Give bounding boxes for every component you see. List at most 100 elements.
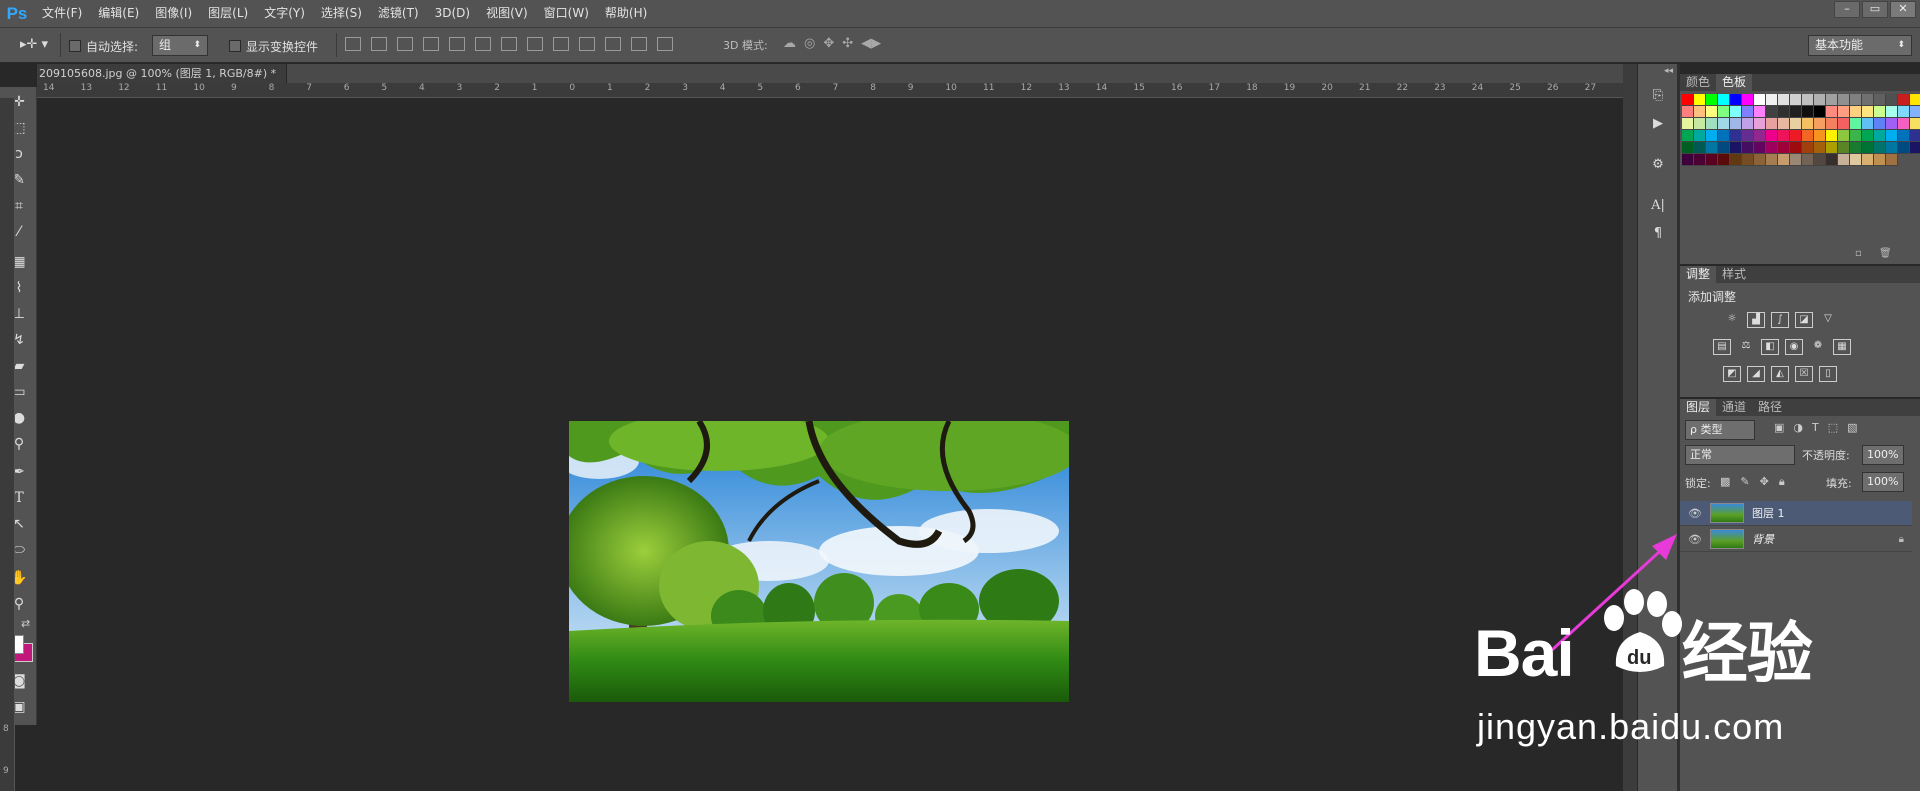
color-swatch[interactable] — [1718, 130, 1730, 142]
color-swatch[interactable] — [1742, 154, 1754, 166]
color-swatch[interactable] — [1694, 154, 1706, 166]
color-swatch[interactable] — [1718, 94, 1730, 106]
tab-channels[interactable]: 通道 — [1716, 399, 1752, 416]
align-vcenter-icon[interactable] — [371, 37, 387, 51]
color-swatch[interactable] — [1706, 130, 1718, 142]
fill-input[interactable]: 100% — [1862, 472, 1904, 492]
layer-row[interactable]: 👁︎ 图层 1 — [1680, 501, 1912, 526]
auto-align-icon[interactable] — [657, 37, 673, 51]
color-swatch[interactable] — [1826, 118, 1838, 130]
document-tab[interactable]: 209105608.jpg @ 100% (图层 1, RGB/8#) * × — [37, 64, 287, 99]
document-image[interactable] — [569, 421, 1069, 702]
color-swatch[interactable] — [1730, 142, 1742, 154]
color-swatch[interactable] — [1718, 142, 1730, 154]
color-swatch[interactable] — [1742, 142, 1754, 154]
menu-file[interactable]: 文件(F) — [34, 0, 90, 27]
color-swatch[interactable] — [1850, 94, 1862, 106]
color-swatch[interactable] — [1706, 106, 1718, 118]
3d-scale-icon[interactable]: ◀▶ — [861, 36, 881, 51]
color-swatch[interactable] — [1874, 130, 1886, 142]
tab-swatches[interactable]: 色板 — [1716, 74, 1753, 91]
color-swatch[interactable] — [1850, 154, 1862, 166]
color-swatch[interactable] — [1838, 118, 1850, 130]
color-swatch[interactable] — [1838, 142, 1850, 154]
distribute-top-icon[interactable] — [501, 37, 517, 51]
smart-object-filter-icon[interactable]: ▧ — [1847, 421, 1857, 434]
color-swatch[interactable] — [1874, 106, 1886, 118]
curves-icon[interactable]: ∫ — [1771, 312, 1789, 328]
color-swatch[interactable] — [1694, 106, 1706, 118]
color-swatch[interactable] — [1682, 94, 1694, 106]
color-swatch[interactable] — [1886, 106, 1898, 118]
show-transform-checkbox[interactable] — [229, 40, 241, 52]
workspace-dropdown[interactable]: 基本功能 ⬍ — [1808, 35, 1912, 56]
blend-mode-dropdown[interactable]: 正常 — [1685, 445, 1795, 465]
3d-slide-icon[interactable]: ✣ — [842, 36, 853, 51]
menu-3d[interactable]: 3D(D) — [427, 0, 478, 27]
color-swatch[interactable] — [1754, 94, 1766, 106]
3d-pan-icon[interactable]: ✥ — [823, 36, 834, 51]
color-swatch[interactable] — [1790, 94, 1802, 106]
color-balance-icon[interactable]: ⚖ — [1737, 339, 1755, 355]
history-panel-icon[interactable]: ⎘ — [1648, 88, 1668, 106]
levels-icon[interactable]: ▟ — [1747, 312, 1765, 328]
color-swatch[interactable] — [1682, 130, 1694, 142]
color-swatch[interactable] — [1742, 118, 1754, 130]
align-top-icon[interactable] — [345, 37, 361, 51]
color-swatch[interactable] — [1754, 154, 1766, 166]
color-swatch[interactable] — [1742, 94, 1754, 106]
color-swatch[interactable] — [1862, 154, 1874, 166]
color-swatch[interactable] — [1766, 130, 1778, 142]
color-swatch[interactable] — [1790, 130, 1802, 142]
color-swatch[interactable] — [1802, 106, 1814, 118]
color-swatch[interactable] — [1886, 118, 1898, 130]
color-swatch[interactable] — [1802, 154, 1814, 166]
tab-paths[interactable]: 路径 — [1752, 399, 1788, 416]
layer-filter-dropdown[interactable]: ρ 类型 — [1685, 420, 1755, 440]
menu-edit[interactable]: 编辑(E) — [90, 0, 147, 27]
tab-styles[interactable]: 样式 — [1716, 266, 1752, 283]
color-swatch[interactable] — [1802, 94, 1814, 106]
color-swatch[interactable] — [1826, 142, 1838, 154]
new-swatch-icon[interactable]: ▫ — [1855, 248, 1862, 259]
color-swatch[interactable] — [1898, 106, 1910, 118]
lock-all-icon[interactable]: 🔒︎ — [1779, 475, 1785, 489]
color-swatch[interactable] — [1838, 94, 1850, 106]
menu-type[interactable]: 文字(Y) — [256, 0, 313, 27]
color-swatch[interactable] — [1778, 130, 1790, 142]
distribute-hcenter-icon[interactable] — [605, 37, 621, 51]
color-swatch[interactable] — [1730, 130, 1742, 142]
color-swatch[interactable] — [1910, 130, 1920, 142]
shape-filter-icon[interactable]: ⬚ — [1828, 421, 1838, 434]
color-swatch[interactable] — [1706, 154, 1718, 166]
color-swatch[interactable] — [1778, 94, 1790, 106]
color-swatch[interactable] — [1910, 142, 1920, 154]
color-swatch[interactable] — [1826, 154, 1838, 166]
color-swatch[interactable] — [1694, 142, 1706, 154]
color-swatch[interactable] — [1742, 130, 1754, 142]
menu-window[interactable]: 窗口(W) — [536, 0, 597, 27]
color-swatch[interactable] — [1874, 94, 1886, 106]
auto-select-dropdown[interactable]: 组 ⬍ — [152, 35, 208, 56]
color-swatch[interactable] — [1814, 154, 1826, 166]
pixel-filter-icon[interactable]: ▣ — [1774, 421, 1784, 434]
distribute-right-icon[interactable] — [631, 37, 647, 51]
color-swatch[interactable] — [1874, 118, 1886, 130]
exposure-icon[interactable]: ◪ — [1795, 312, 1813, 328]
color-swatch[interactable] — [1814, 130, 1826, 142]
color-swatch[interactable] — [1862, 142, 1874, 154]
hue-saturation-icon[interactable]: ▤ — [1713, 339, 1731, 355]
color-swatch[interactable] — [1706, 142, 1718, 154]
align-bottom-icon[interactable] — [397, 37, 413, 51]
menu-view[interactable]: 视图(V) — [478, 0, 536, 27]
color-swatch[interactable] — [1706, 94, 1718, 106]
color-swatch[interactable] — [1694, 118, 1706, 130]
visibility-eye-icon[interactable]: 👁︎ — [1686, 507, 1704, 520]
restore-button[interactable]: ▭ — [1862, 1, 1888, 18]
color-swatch[interactable] — [1754, 142, 1766, 154]
color-swatch[interactable] — [1874, 142, 1886, 154]
tab-color[interactable]: 颜色 — [1680, 74, 1716, 91]
color-swatch[interactable] — [1766, 154, 1778, 166]
color-swatch[interactable] — [1898, 118, 1910, 130]
color-swatch[interactable] — [1898, 94, 1910, 106]
